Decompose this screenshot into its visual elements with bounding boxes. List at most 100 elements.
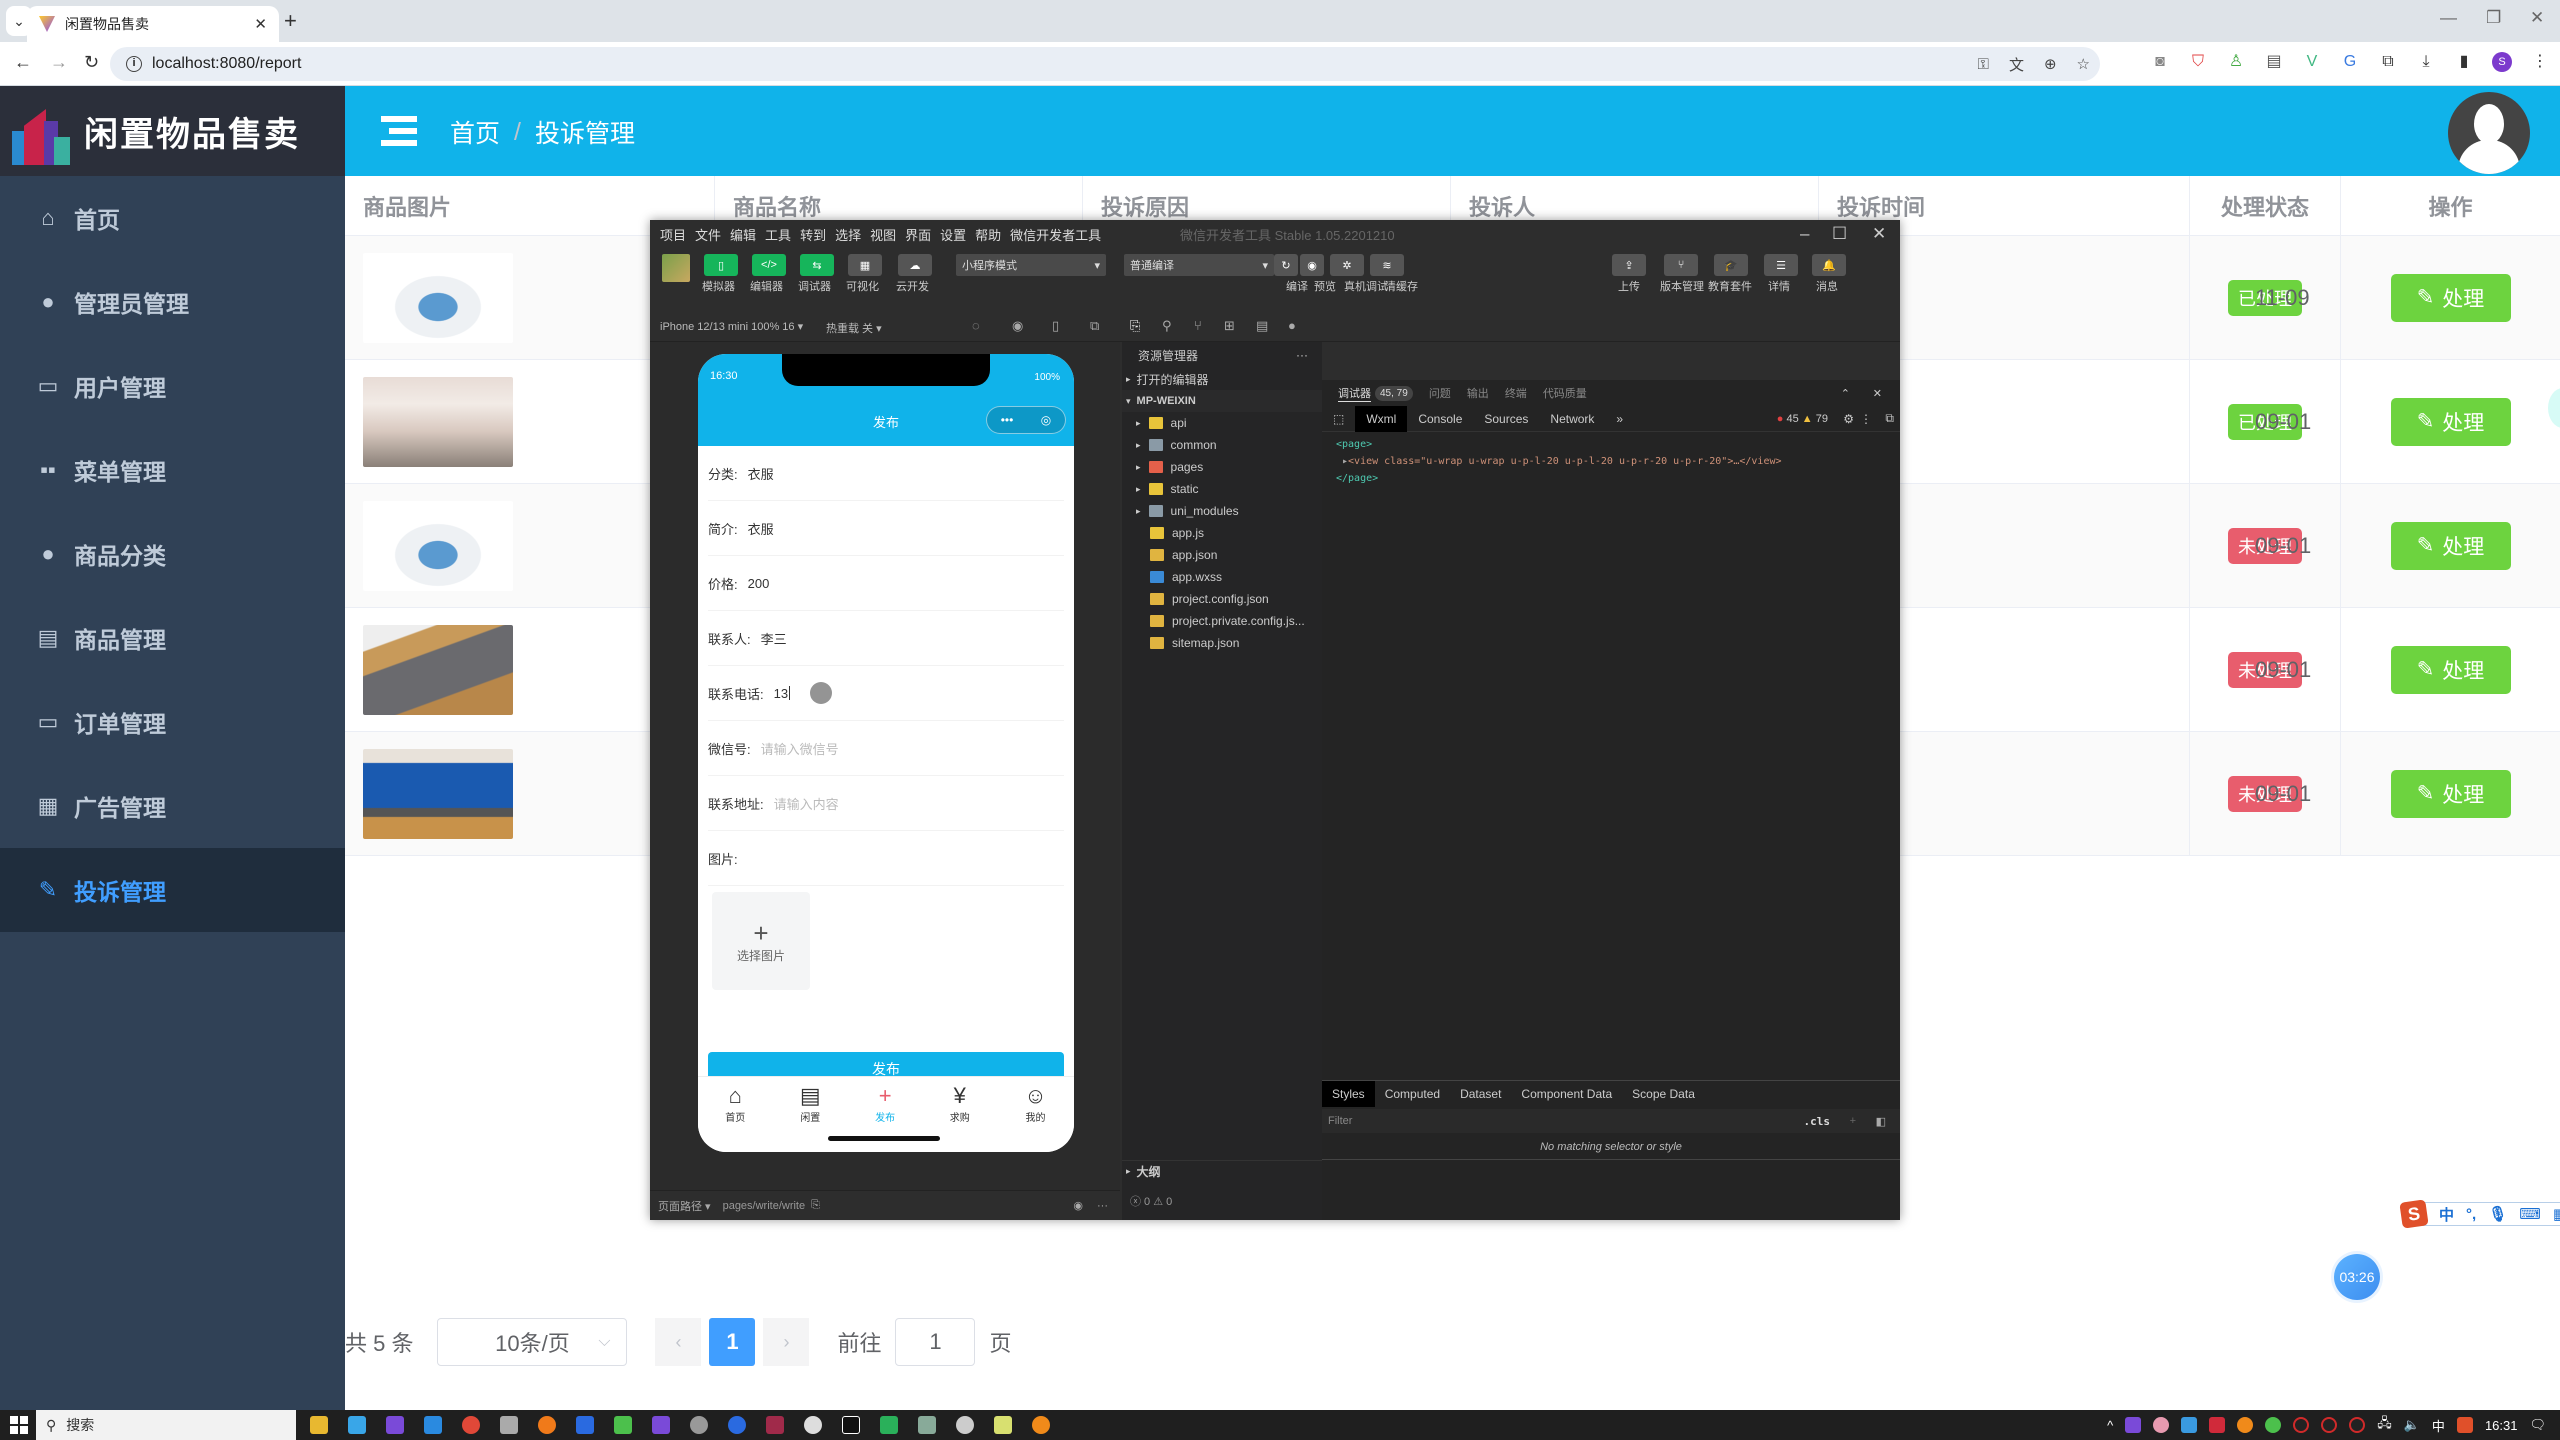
firefox-app-icon[interactable] [538, 1416, 556, 1434]
style-filter-input[interactable]: Filter .cls + ◧ [1322, 1109, 1900, 1133]
app-icon[interactable] [386, 1416, 404, 1434]
zoom-icon[interactable]: ⊕ [2044, 55, 2057, 73]
devtools-minimize-icon[interactable]: – [1800, 224, 1809, 244]
devtools-close-icon[interactable]: ✕ [1872, 224, 1886, 244]
close-panel-icon[interactable]: ✕ [1873, 387, 1882, 400]
taskbar-clock[interactable]: 16:31 [2485, 1418, 2518, 1433]
tray-wechat-icon[interactable] [2265, 1417, 2282, 1433]
app-icon[interactable] [652, 1416, 670, 1434]
windows-start-icon[interactable] [10, 1416, 28, 1434]
tab-dataset[interactable]: Dataset [1450, 1081, 1511, 1107]
sidebar-item-home[interactable]: ⌂ 首页 [0, 176, 345, 260]
tab-sources[interactable]: Sources [1473, 406, 1539, 432]
git-icon[interactable]: ⑂ [1194, 318, 1202, 333]
form-row[interactable]: 分类: 衣服 [708, 446, 1064, 501]
form-row[interactable]: 简介: 衣服 [708, 501, 1064, 556]
file-tree-item[interactable]: ▸ common [1122, 434, 1322, 456]
tray-qq-icon[interactable] [2349, 1417, 2366, 1433]
cls-toggle[interactable]: .cls [1804, 1115, 1831, 1128]
translate-icon[interactable]: 文 [2009, 54, 2024, 75]
file-tree-item[interactable]: app.wxss [1122, 566, 1322, 588]
volume-icon[interactable]: 🔈 [2404, 1417, 2420, 1433]
app-icon[interactable] [804, 1416, 822, 1434]
extensions-icon[interactable]: ⊞ [1224, 318, 1235, 334]
device-select[interactable]: iPhone 12/13 mini 100% 16 ▾ [660, 320, 803, 333]
more-tabs-icon[interactable]: » [1605, 406, 1634, 432]
form-row[interactable]: 联系地址: 请输入内容 [708, 776, 1064, 831]
devtools-maximize-icon[interactable]: ☐ [1832, 224, 1847, 244]
intellij-app-icon[interactable] [842, 1416, 860, 1434]
keyboard-icon[interactable]: ⌨ [2519, 1205, 2541, 1223]
apps-grid-icon[interactable]: ▦ [2553, 1205, 2560, 1223]
inspect-element-icon[interactable]: ⬚ [1322, 406, 1355, 432]
error-warning-counts[interactable]: ● 45 ▲ 79 [1777, 413, 1828, 425]
settings-gear-icon[interactable]: ⚙ [1843, 412, 1854, 426]
mode-select[interactable]: 小程序模式 ▾ [956, 254, 1106, 276]
user-avatar[interactable] [2448, 92, 2530, 174]
devtools-menu-item[interactable]: 界面 [905, 228, 931, 243]
wxml-line[interactable]: ▸<view class="u-wrap u-wrap u-p-l-20 u-p… [1336, 453, 1886, 470]
product-image-iphone[interactable] [363, 624, 513, 715]
field-input[interactable]: 请输入微信号 [761, 739, 839, 758]
phone-tab-mine[interactable]: ☺ 我的 [1024, 1077, 1046, 1152]
more-icon[interactable]: ··· [1097, 1200, 1108, 1212]
devtools-menu-item[interactable]: 帮助 [975, 228, 1001, 243]
product-image-sneakers[interactable] [363, 500, 513, 591]
tab-wxml[interactable]: Wxml [1355, 405, 1408, 432]
project-avatar[interactable] [662, 254, 690, 282]
exit-circle-icon[interactable]: ◎ [1041, 413, 1051, 427]
file-tree-item[interactable]: project.private.config.js... [1122, 610, 1322, 632]
tab-output[interactable]: 输出 [1467, 385, 1489, 401]
close-window-icon[interactable]: ✕ [2530, 8, 2544, 28]
phone-tab-wanted[interactable]: ¥ 求购 [950, 1077, 970, 1152]
toggle-sidebar-icon[interactable]: ◧ [1876, 1115, 1886, 1128]
form-row[interactable]: 图片: [708, 831, 1064, 886]
vue-devtools-icon[interactable]: V [2302, 52, 2322, 72]
browser-tab[interactable]: 闲置物品售卖 ✕ [27, 6, 279, 42]
choose-image-button[interactable]: + 选择图片 [712, 892, 810, 990]
minimize-icon[interactable]: — [2440, 8, 2457, 28]
compile-icon[interactable]: ↻ [1274, 254, 1298, 276]
notepad-app-icon[interactable] [994, 1416, 1012, 1434]
copy-extension-icon[interactable]: ▤ [2264, 52, 2284, 72]
app-icon[interactable] [424, 1416, 442, 1434]
sidebar-item-complaints[interactable]: ✎ 投诉管理 [0, 848, 345, 932]
close-tab-icon[interactable]: ✕ [254, 15, 267, 33]
popout-icon[interactable]: ⧉ [1090, 318, 1099, 334]
devtools-menu-item[interactable]: 工具 [765, 228, 791, 243]
next-page-button[interactable]: › [763, 1318, 810, 1366]
simulator-toggle[interactable]: ▯ [704, 254, 738, 276]
collapse-menu-icon[interactable] [381, 116, 417, 146]
person-extension-icon[interactable]: ♙ [2226, 52, 2246, 72]
process-button[interactable]: ✎ 处理 [2390, 521, 2511, 570]
search-icon[interactable]: ⚲ [1162, 318, 1172, 334]
devtools-menu-item[interactable]: 视图 [870, 228, 896, 243]
process-button[interactable]: ✎ 处理 [2390, 273, 2511, 322]
page-size-select[interactable]: 10条/页 ⌵ [437, 1318, 628, 1366]
google-translate-icon[interactable]: G [2340, 52, 2360, 72]
form-row[interactable]: 联系电话: 13 [708, 666, 1064, 721]
profile-avatar[interactable]: S [2492, 52, 2512, 72]
plugin-icon[interactable]: ● [1288, 318, 1296, 333]
camera-extension-icon[interactable]: ◙ [2150, 52, 2170, 72]
files-icon[interactable]: ⎘ [1130, 318, 1140, 334]
education-icon[interactable]: 🎓 [1714, 254, 1748, 276]
ime-toolbar[interactable]: S 中 °, 🎙 ⌨ ▦ [2399, 1199, 2560, 1229]
form-row[interactable]: 微信号: 请输入微信号 [708, 721, 1064, 776]
tab-styles[interactable]: Styles [1322, 1081, 1375, 1107]
compile-select[interactable]: 普通编译 ▾ [1124, 254, 1274, 276]
phone-tab-home[interactable]: ⌂ 首页 [725, 1077, 745, 1152]
storage-icon[interactable]: ▤ [1256, 318, 1268, 334]
sidebar-item-admin[interactable]: ● 管理员管理 [0, 260, 345, 344]
app-icon[interactable] [500, 1416, 518, 1434]
network-icon[interactable]: 🖧 [2377, 1414, 2392, 1436]
sidebar-item-menus[interactable]: ▪▪ 菜单管理 [0, 428, 345, 512]
file-tree-item[interactable]: app.js [1122, 522, 1322, 544]
project-root[interactable]: ▾ MP-WEIXIN [1122, 390, 1322, 412]
add-rule-icon[interactable]: + [1850, 1115, 1856, 1127]
tray-qq-icon[interactable] [2293, 1417, 2310, 1433]
side-panel-icon[interactable]: ▮ [2454, 52, 2474, 72]
devtools-menu-item[interactable]: 设置 [940, 228, 966, 243]
hbuilder-app-icon[interactable] [880, 1416, 898, 1434]
page-path-select[interactable]: 页面路径 ▾ [658, 1198, 711, 1214]
